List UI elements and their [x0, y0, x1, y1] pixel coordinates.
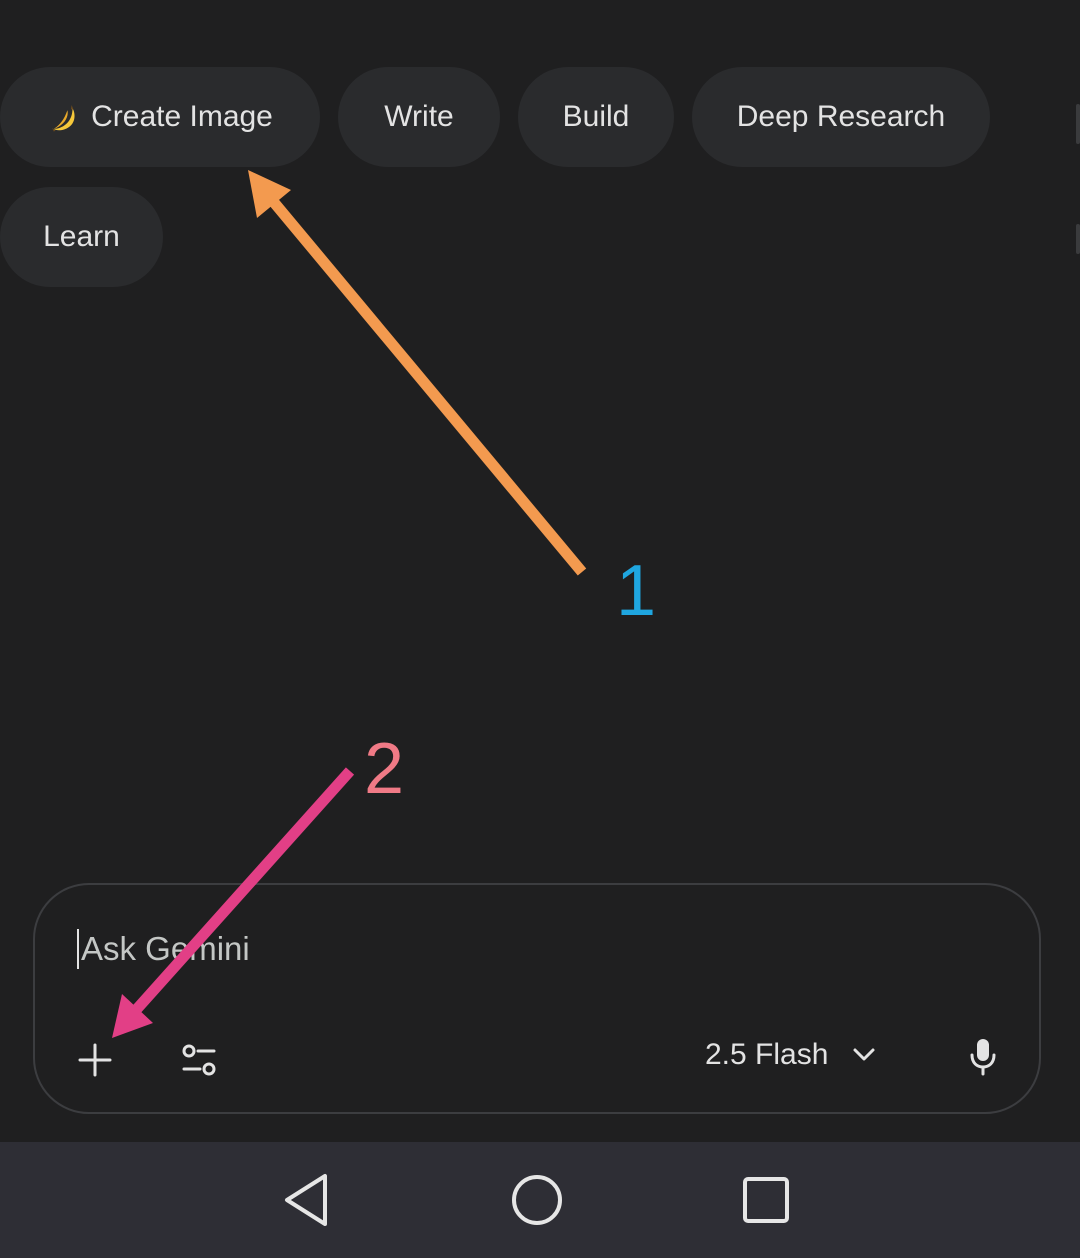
- add-attachment-button[interactable]: [65, 1030, 125, 1090]
- chip-deep-research[interactable]: Deep Research: [692, 67, 990, 167]
- model-label: 2.5 Flash: [705, 1038, 829, 1071]
- partial-chip-edge: [1076, 104, 1080, 144]
- prompt-box: Ask Gemini 2.5 Flash: [33, 883, 1041, 1114]
- back-triangle-icon: [285, 1174, 327, 1226]
- nav-home-button[interactable]: [505, 1168, 569, 1232]
- nav-recents-button[interactable]: [734, 1168, 798, 1232]
- chip-label: Deep Research: [736, 100, 946, 133]
- text-caret: [77, 929, 79, 969]
- chip-learn[interactable]: Learn: [0, 187, 163, 287]
- model-picker[interactable]: 2.5 Flash: [705, 1030, 876, 1080]
- prompt-input[interactable]: Ask Gemini: [77, 927, 977, 971]
- chevron-down-icon: [853, 1048, 875, 1061]
- chip-label: Build: [562, 100, 630, 133]
- chip-label: Create Image: [91, 100, 273, 133]
- home-circle-icon: [512, 1175, 562, 1225]
- annotation-number-2: 2: [364, 729, 405, 809]
- chip-build[interactable]: Build: [518, 67, 674, 167]
- prompt-placeholder: Ask Gemini: [81, 930, 250, 967]
- system-nav-bar: [0, 1142, 1080, 1258]
- annotation-number-1: 1: [616, 551, 657, 631]
- chip-label: Write: [384, 100, 454, 133]
- partial-chip-edge: [1076, 224, 1080, 254]
- chip-write[interactable]: Write: [338, 67, 500, 167]
- plus-icon: [78, 1043, 112, 1077]
- tune-icon: [182, 1044, 216, 1076]
- banana-icon: [47, 100, 81, 134]
- chip-label: Learn: [43, 220, 120, 253]
- tools-button[interactable]: [169, 1030, 229, 1090]
- annotation-arrow-1: [248, 170, 587, 576]
- recents-square-icon: [743, 1177, 789, 1223]
- chip-create-image[interactable]: Create Image: [0, 67, 320, 167]
- mic-icon: [970, 1039, 996, 1076]
- mic-button[interactable]: [955, 1027, 1011, 1087]
- nav-back-button[interactable]: [274, 1168, 338, 1232]
